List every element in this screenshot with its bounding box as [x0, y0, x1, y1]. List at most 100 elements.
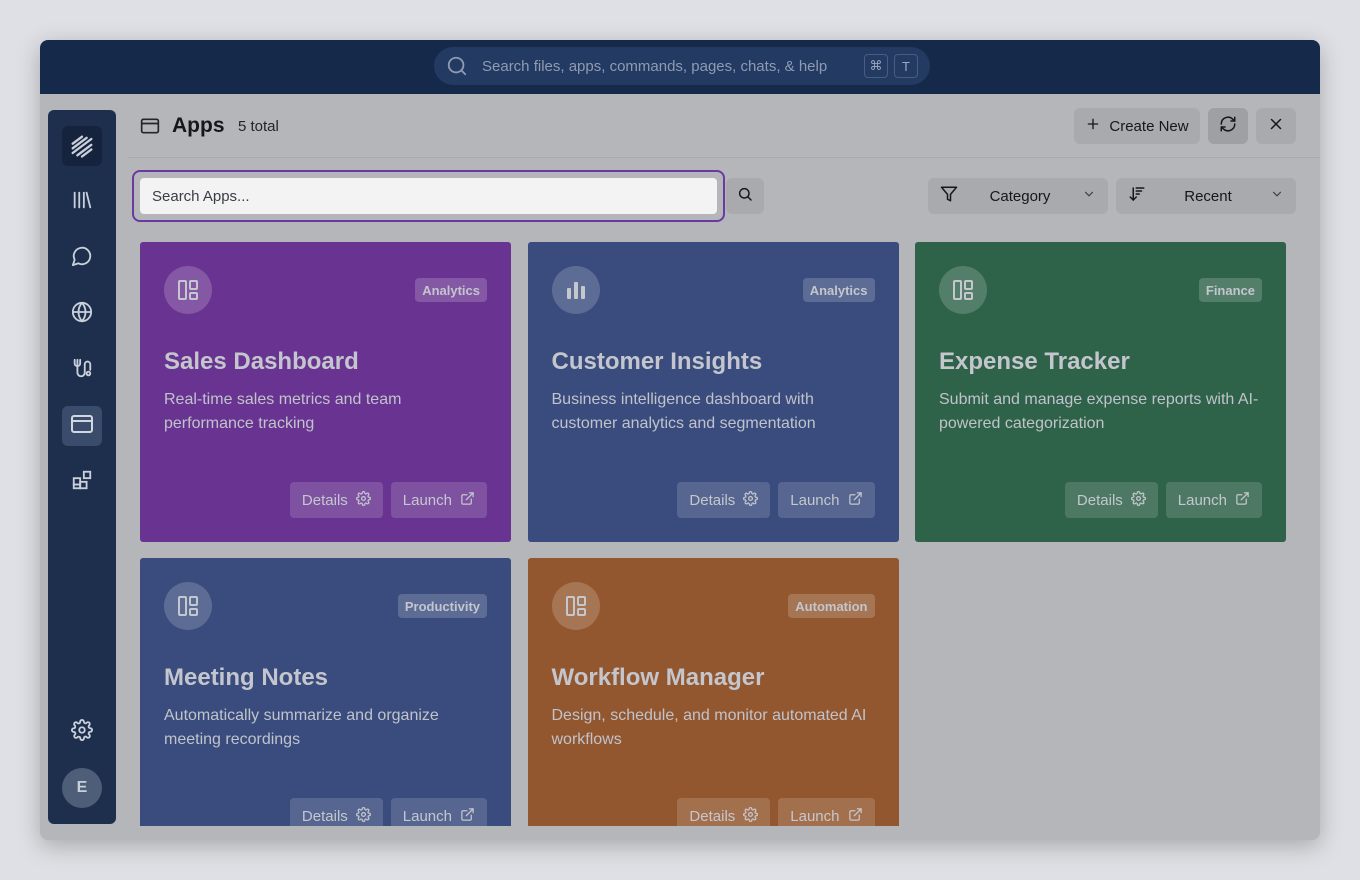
launch-label: Launch — [402, 807, 452, 825]
refresh-button[interactable] — [1208, 108, 1248, 144]
plus-icon — [1085, 116, 1101, 136]
chat-icon — [71, 245, 93, 272]
category-badge: Productivity — [397, 594, 487, 618]
details-button[interactable]: Details — [289, 798, 383, 826]
category-badge: Analytics — [802, 278, 875, 302]
launch-button[interactable]: Launch — [1165, 482, 1262, 518]
bar-chart-icon — [551, 266, 600, 314]
page-header: Apps 5 total Create New — [128, 94, 1320, 158]
close-icon — [1267, 115, 1285, 137]
app-description: Design, schedule, and monitor automated … — [551, 707, 867, 748]
layout-icon — [939, 266, 987, 314]
user-avatar[interactable]: E — [62, 768, 102, 808]
sidebar-item-chat[interactable] — [62, 238, 102, 278]
gear-icon — [743, 806, 759, 826]
layout-icon — [551, 582, 600, 630]
details-label: Details — [689, 491, 736, 509]
app-count: 5 total — [238, 118, 279, 135]
layout-icon — [164, 582, 212, 630]
app-description: Business intelligence dashboard with cus… — [551, 391, 816, 432]
close-button[interactable] — [1256, 108, 1296, 144]
sort-select-label: Recent — [1184, 187, 1232, 205]
layout-icon — [164, 266, 212, 314]
chevron-down-icon — [1082, 187, 1096, 205]
create-new-label: Create New — [1109, 117, 1189, 135]
app-window: ⌘ T — [40, 40, 1320, 840]
launch-button[interactable]: Launch — [778, 482, 875, 518]
app-title: Meeting Notes — [164, 664, 329, 691]
search-icon — [737, 186, 753, 207]
app-title: Customer Insights — [551, 348, 763, 375]
external-link-icon — [460, 807, 475, 826]
sidebar: E — [48, 110, 116, 824]
category-badge: Finance — [1198, 278, 1262, 302]
search-button[interactable] — [726, 178, 764, 214]
details-button[interactable]: Details — [289, 482, 383, 518]
globe-icon — [71, 301, 93, 328]
launch-button[interactable]: Launch — [390, 482, 487, 518]
app-title: Workflow Manager — [551, 664, 765, 691]
app-card-workflow-manager[interactable]: Automation Workflow Manager Design, sche… — [527, 558, 899, 826]
external-link-icon — [1235, 491, 1250, 510]
sidebar-item-library[interactable] — [62, 182, 102, 222]
launch-button[interactable]: Launch — [390, 798, 487, 826]
library-icon — [71, 189, 93, 216]
app-search-input[interactable] — [140, 178, 717, 214]
sidebar-item-workflows[interactable] — [62, 350, 102, 390]
external-link-icon — [848, 491, 863, 510]
app-title: Sales Dashboard — [164, 348, 359, 375]
app-grid: Analytics Sales Dashboard Real-time sale… — [140, 242, 1300, 826]
sidebar-item-globe[interactable] — [62, 294, 102, 334]
category-filter-label: Category — [989, 187, 1051, 205]
category-badge: Analytics — [415, 278, 487, 302]
global-search-input[interactable] — [482, 57, 858, 75]
chevron-down-icon — [1270, 187, 1284, 205]
route-icon — [71, 357, 93, 384]
launch-button[interactable]: Launch — [778, 798, 875, 826]
sort-icon — [1128, 185, 1146, 207]
external-link-icon — [460, 491, 475, 510]
refresh-icon — [1219, 115, 1237, 137]
details-label: Details — [1076, 491, 1123, 509]
details-button[interactable]: Details — [677, 482, 771, 518]
sidebar-item-settings[interactable] — [62, 712, 102, 752]
app-card-meeting-notes[interactable]: Productivity Meeting Notes Automatically… — [140, 558, 511, 826]
launch-label: Launch — [790, 491, 840, 509]
details-label: Details — [301, 491, 348, 509]
app-card-sales-dashboard[interactable]: Analytics Sales Dashboard Real-time sale… — [140, 242, 511, 542]
launch-label: Launch — [1177, 491, 1227, 509]
category-badge: Automation — [788, 594, 875, 618]
app-card-expense-tracker[interactable]: Finance Expense Tracker Submit and manag… — [915, 242, 1286, 542]
search-icon — [446, 55, 468, 77]
gear-icon — [71, 718, 93, 746]
category-filter[interactable]: Category — [928, 178, 1108, 214]
launch-label: Launch — [790, 807, 840, 825]
gear-icon — [355, 490, 371, 510]
page-title: Apps — [172, 114, 225, 137]
details-label: Details — [689, 807, 736, 825]
details-label: Details — [301, 807, 348, 825]
gear-icon — [1130, 490, 1146, 510]
blocks-icon — [71, 469, 93, 496]
app-description: Submit and manage expense reports with A… — [939, 391, 1259, 432]
launch-label: Launch — [402, 491, 452, 509]
details-button[interactable]: Details — [677, 798, 771, 826]
external-link-icon — [848, 807, 863, 826]
sidebar-item-apps[interactable] — [62, 406, 102, 446]
sidebar-item-integrations[interactable] — [62, 462, 102, 502]
gear-icon — [355, 806, 371, 826]
create-new-button[interactable]: Create New — [1074, 108, 1200, 144]
details-button[interactable]: Details — [1064, 482, 1158, 518]
sort-select[interactable]: Recent — [1116, 178, 1296, 214]
app-window-icon — [140, 116, 160, 141]
shortcut-key-cmd: ⌘ — [864, 54, 888, 78]
top-bar: ⌘ T — [40, 40, 1320, 94]
app-title: Expense Tracker — [939, 348, 1130, 375]
filter-icon — [940, 185, 958, 207]
app-description: Automatically summarize and organize mee… — [164, 707, 439, 748]
app-window-icon — [70, 412, 94, 441]
global-search-bar[interactable]: ⌘ T — [434, 47, 930, 85]
logo-icon[interactable] — [62, 126, 102, 166]
app-card-customer-insights[interactable]: Analytics Customer Insights Business int… — [527, 242, 899, 542]
app-search-box — [132, 170, 725, 222]
